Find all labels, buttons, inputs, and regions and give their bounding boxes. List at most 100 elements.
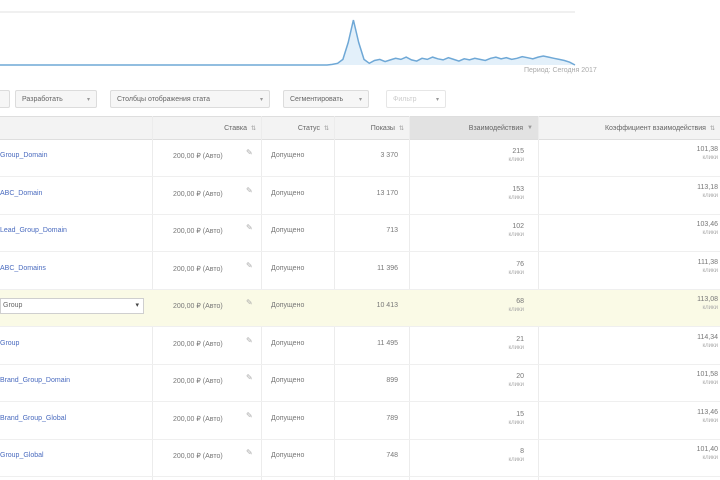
clicks-value: 153	[512, 185, 524, 193]
adgroup-name-link[interactable]: Brand_Group_Domain	[0, 377, 70, 384]
edit-icon[interactable]: ✎	[246, 373, 253, 382]
column-header-bid[interactable]: Ставка ⇅	[153, 117, 261, 139]
conversions-cell: 101,38 клики	[697, 145, 718, 163]
status-value: Допущено	[271, 414, 305, 422]
toolbar-edge-button[interactable]	[0, 90, 10, 108]
adgroup-name-input[interactable]: Group ▾	[0, 298, 144, 314]
bid-value: 200,00 ₽ (Авто)	[173, 453, 223, 460]
chevron-down-icon: ▾	[259, 96, 263, 103]
columns-button-label: Столбцы отображения стата	[117, 95, 211, 103]
adgroup-name-value: Group	[3, 302, 23, 309]
segment-button[interactable]: Разработать ▾	[15, 90, 97, 108]
column-header-status[interactable]: Статус ⇅	[262, 117, 334, 139]
conversions-value: 101,38	[696, 146, 718, 153]
edit-icon[interactable]: ✎	[246, 223, 253, 232]
clicks-cell: 21 клики	[508, 335, 524, 353]
chevron-down-icon: ▾	[86, 96, 90, 103]
clicks-value: 15	[516, 410, 524, 418]
impressions-value: 10 413	[376, 302, 398, 309]
table-row[interactable]: Group 200,00 ₽ (Авто) ✎ Допущено 11 495 21 кли…	[0, 328, 720, 365]
impressions-value: 713	[386, 227, 398, 234]
conversions-value: 114,34	[697, 333, 718, 341]
clicks-value: 21	[516, 335, 524, 343]
chart-line	[0, 19, 576, 66]
conversions-cell: 113,08 клики	[697, 295, 718, 313]
adgroup-name-link[interactable]: ABC_Domain	[0, 190, 42, 197]
chevron-down-icon: ▾	[358, 96, 362, 103]
table-row[interactable]: ABC_Domains 200,00 ₽ (Авто) ✎ Допущено 11 39…	[0, 253, 720, 290]
edit-icon[interactable]: ✎	[246, 186, 253, 195]
impressions-value: 11 495	[377, 339, 398, 347]
conversions-value: 113,18	[697, 183, 718, 191]
segment-by-button[interactable]: Сегментировать ▾	[283, 90, 369, 108]
adgroup-name-link[interactable]: Brand_Group_Global	[0, 415, 66, 422]
edit-icon[interactable]: ✎	[246, 261, 253, 270]
adgroup-name-link[interactable]: Group_Global	[0, 452, 44, 459]
column-header-conversions-label: Коэффициент взаимодействия	[604, 124, 706, 132]
adgroup-name-link[interactable]: ABC_Domains	[0, 265, 46, 272]
impressions-value: 3 370	[380, 152, 398, 159]
table-row[interactable]: Brand_Group_Domain 200,00 ₽ (Авто) ✎ Допуще…	[0, 365, 720, 402]
table-row[interactable]: Group_Domain 200,00 ₽ (Авто) ✎ Допущено 3 37…	[0, 140, 720, 177]
segment-button-label: Разработать	[22, 95, 63, 103]
conversions-unit: клики	[702, 155, 718, 161]
segment-by-button-label: Сегментировать	[290, 95, 344, 103]
conversions-unit: клики	[702, 417, 718, 424]
clicks-cell: 153 клики	[508, 185, 524, 203]
clicks-value: 20	[516, 373, 524, 380]
impressions-value: 13 170	[376, 189, 398, 197]
clicks-value: 215	[512, 148, 524, 155]
filter-button-label: Фильтр	[393, 95, 417, 103]
clicks-unit: клики	[508, 457, 524, 463]
clicks-value: 76	[516, 260, 524, 268]
bid-value: 200,00 ₽ (Авто)	[173, 378, 223, 385]
bid-value: 200,00 ₽ (Авто)	[173, 228, 223, 235]
status-value: Допущено	[271, 189, 305, 197]
conversions-unit: клики	[702, 342, 718, 349]
table-row[interactable]: Brand_Group_Global 200,00 ₽ (Авто) ✎ Допуще…	[0, 403, 720, 440]
conversions-cell: 114,34 клики	[697, 333, 718, 351]
table-row[interactable]: Group ▾ 200,00 ₽ (Авто) ✎ Допущено 10 413 68 кл…	[0, 290, 720, 327]
table-row[interactable]: Group_Global 200,00 ₽ (Авто) ✎ Допущено 748 8…	[0, 440, 720, 477]
status-value: Допущено	[271, 452, 305, 459]
clicks-unit: клики	[508, 232, 524, 238]
adgroup-name-link[interactable]: Group_Domain	[0, 152, 47, 159]
status-value: Допущено	[271, 152, 305, 159]
status-value: Допущено	[271, 302, 305, 309]
conversions-unit: клики	[702, 230, 718, 236]
clicks-unit: клики	[508, 307, 524, 313]
adgroup-name-link[interactable]: Lead_Group_Domain	[0, 227, 67, 234]
edit-icon[interactable]: ✎	[246, 448, 253, 457]
conversions-value: 101,58	[696, 371, 718, 378]
clicks-cell: 102 клики	[508, 222, 524, 240]
sort-icon: ⇅	[398, 125, 404, 132]
edit-icon[interactable]: ✎	[246, 411, 253, 420]
edit-icon[interactable]: ✎	[246, 298, 253, 307]
sort-icon: ⇅	[250, 125, 256, 132]
status-value: Допущено	[271, 264, 305, 272]
clicks-unit: клики	[508, 194, 524, 201]
columns-button[interactable]: Столбцы отображения стата ▾	[110, 90, 270, 108]
column-header-clicks[interactable]: Взаимодействия ▼	[410, 117, 538, 139]
clicks-unit: клики	[508, 419, 524, 426]
conversions-cell: 101,58 клики	[697, 370, 718, 388]
filter-button[interactable]: Фильтр ▾	[386, 90, 446, 108]
sort-icon: ⇅	[323, 125, 329, 132]
adgroup-name-link[interactable]: Group	[0, 340, 19, 347]
filter-toolbar: Разработать ▾ Столбцы отображения стата …	[0, 88, 720, 112]
impressions-value: 11 396	[377, 264, 398, 272]
table-row[interactable]: ABC_Domain 200,00 ₽ (Авто) ✎ Допущено 13 170…	[0, 178, 720, 215]
edit-icon[interactable]: ✎	[246, 336, 253, 345]
column-header-conversions[interactable]: Коэффициент взаимодействия ⇅	[539, 117, 720, 139]
conversions-unit: клики	[702, 267, 718, 274]
clicks-cell: 8 клики	[508, 447, 524, 465]
column-header-impressions[interactable]: Показы ⇅	[335, 117, 409, 139]
sort-desc-icon: ▼	[527, 125, 533, 131]
chevron-down-icon[interactable]: ▾	[135, 299, 139, 313]
conversions-cell: 103,46 клики	[697, 220, 718, 238]
table-row[interactable]: Lead_Group_Domain 200,00 ₽ (Авто) ✎ Допущен…	[0, 215, 720, 252]
status-value: Допущено	[271, 339, 305, 347]
edit-icon[interactable]: ✎	[246, 148, 253, 157]
conversions-value: 113,46	[697, 408, 718, 416]
table-header: Ставка ⇅ Статус ⇅ Показы ⇅ Взаимодействия ▼ …	[0, 116, 720, 140]
